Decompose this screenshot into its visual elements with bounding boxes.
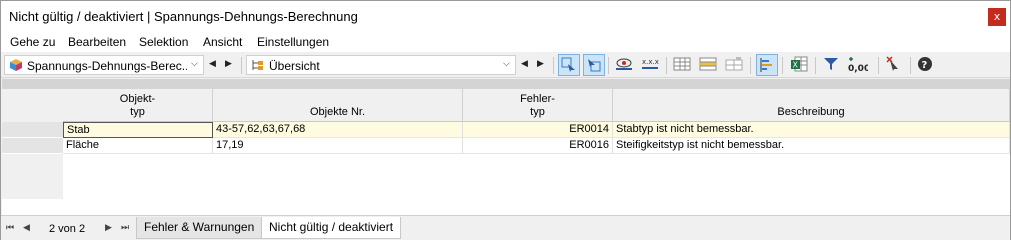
decimal-places-icon: 0,00 [848, 57, 868, 74]
tab-invalid-deactivated[interactable]: Nicht gültig / deaktiviert [261, 217, 402, 239]
cell-error-type[interactable]: ER0014 [463, 122, 613, 138]
table-rows-button[interactable] [697, 54, 719, 76]
header-line: Objekt- [119, 93, 156, 105]
module-select-label: Spannungs-Dehnungs-Berec... [27, 59, 187, 73]
menu-selektion[interactable]: Selektion [139, 35, 188, 49]
toolbar: Spannungs-Dehnungs-Berec... ⌵ ◀ ▶ Übersi… [1, 52, 1010, 78]
toolbar-separator [553, 57, 554, 74]
table-columns-button[interactable] [723, 54, 745, 76]
decimal-places-button[interactable]: 0,00 [846, 54, 868, 76]
window-title: Nicht gültig / deaktiviert | Spannungs-D… [9, 9, 358, 24]
chevron-down-icon: ⌵ [191, 59, 198, 69]
menu-bearbeiten[interactable]: Bearbeiten [68, 35, 126, 49]
toolbar-separator [782, 57, 783, 74]
toolbar-separator [666, 57, 667, 74]
next-page-icon[interactable]: ▶ [105, 223, 112, 233]
menu-ansicht[interactable]: Ansicht [203, 35, 242, 49]
excel-export-button[interactable]: X [788, 54, 810, 76]
filter-button[interactable] [821, 54, 843, 76]
module-select[interactable]: Spannungs-Dehnungs-Berec... ⌵ [4, 55, 204, 75]
close-button[interactable]: x [988, 8, 1006, 26]
cell-description[interactable]: Steifigkeitstyp ist nicht bemessbar. [613, 138, 1010, 154]
toolbar-separator [878, 57, 879, 74]
svg-text:x.x.x: x.x.x [642, 58, 659, 66]
last-page-icon[interactable]: ⏭ [121, 223, 129, 233]
dialog-window: Nicht gültig / deaktiviert | Spannungs-D… [0, 0, 1011, 240]
status-bar: ⏮ ◀ 2 von 2 ▶ ⏭ Fehler & Warnungen Nicht… [1, 215, 1010, 240]
title-bar: Nicht gültig / deaktiviert | Spannungs-D… [1, 1, 1010, 32]
menu-gehe-zu[interactable]: Gehe zu [10, 35, 55, 49]
cell-description[interactable]: Stabtyp ist nicht bemessbar. [613, 122, 1010, 138]
table-rows-icon [699, 57, 717, 71]
header-line: Beschreibung [777, 106, 845, 118]
arrow-right-icon[interactable]: ▶ [537, 59, 544, 69]
column-header-object-numbers[interactable]: Objekte Nr. [213, 89, 463, 122]
arrow-left-icon[interactable]: ◀ [521, 59, 528, 69]
row-header[interactable] [2, 122, 63, 138]
help-icon: ? [918, 57, 932, 71]
chevron-down-icon: ⌵ [503, 59, 510, 69]
column-header-object-type[interactable]: Objekt- typ [63, 89, 213, 122]
clear-selection-icon [886, 56, 898, 71]
arrow-right-icon[interactable]: ▶ [225, 59, 232, 69]
header-line: Objekte Nr. [309, 106, 366, 118]
toolbar-separator [608, 57, 609, 74]
filter-icon [824, 58, 838, 70]
toolbar-separator [815, 57, 816, 74]
toolbar-separator [750, 57, 751, 74]
excel-export-icon: X [791, 56, 808, 72]
result-table: Objekt- typ Objekte Nr. Fehler- typ Besc… [2, 79, 1010, 215]
header-line: Fehler- [520, 93, 555, 105]
table-row[interactable]: Stab 43-57,62,63,67,68 ER0014 Stabtyp is… [2, 122, 1010, 138]
cell-object-type[interactable]: Stab [63, 122, 213, 138]
xxx-hide-icon: x.x.x [642, 58, 659, 69]
svg-text:0,00: 0,00 [848, 64, 868, 74]
page-info: 2 von 2 [49, 223, 86, 235]
header-line [613, 93, 1009, 106]
toolbar-separator [241, 57, 242, 74]
svg-text:?: ? [922, 60, 928, 71]
row-header[interactable] [2, 138, 63, 154]
eye-visibility-icon [616, 58, 632, 70]
hide-button[interactable]: x.x.x [639, 54, 661, 76]
clear-selection-button[interactable] [884, 54, 906, 76]
header-line: typ [130, 106, 145, 118]
header-line [213, 93, 462, 106]
cell-object-numbers[interactable]: 43-57,62,63,67,68 [213, 122, 463, 138]
select-parent-icon [588, 59, 601, 72]
visibility-button[interactable] [613, 54, 635, 76]
bar-chart-button[interactable] [756, 54, 778, 76]
menu-einstellungen[interactable]: Einstellungen [257, 35, 329, 49]
column-header-error-type[interactable]: Fehler- typ [463, 89, 613, 122]
svg-text:X: X [793, 61, 799, 70]
column-header-description[interactable]: Beschreibung [613, 89, 1010, 122]
table-top-band [2, 79, 1010, 89]
menu-bar: Gehe zu Bearbeiten Selektion Ansicht Ein… [1, 32, 1010, 52]
tab-errors-warnings[interactable]: Fehler & Warnungen [136, 217, 263, 239]
cell-error-type[interactable]: ER0016 [463, 138, 613, 154]
cell-object-numbers[interactable]: 17,19 [213, 138, 463, 154]
cell-object-type[interactable]: Fläche [63, 138, 213, 154]
first-page-icon[interactable]: ⏮ [6, 223, 14, 233]
table-columns-icon [725, 57, 743, 71]
table-icon [673, 57, 691, 71]
view-select[interactable]: Übersicht ⌵ [246, 55, 516, 75]
select-parent-button[interactable] [583, 54, 605, 76]
help-button[interactable]: ? [915, 54, 937, 76]
select-object-icon [561, 57, 575, 72]
select-object-button[interactable] [558, 54, 580, 76]
arrow-left-icon[interactable]: ◀ [209, 59, 216, 69]
tree-icon [252, 60, 263, 70]
table-row[interactable]: Fläche 17,19 ER0016 Steifigkeitstyp ist … [2, 138, 1010, 154]
view-select-label: Übersicht [269, 59, 320, 73]
cube-colored-icon [10, 59, 22, 71]
prev-page-icon[interactable]: ◀ [23, 223, 30, 233]
header-line: typ [530, 106, 545, 118]
table-button[interactable] [671, 54, 693, 76]
toolbar-separator [910, 57, 911, 74]
bar-chart-icon [760, 58, 772, 72]
